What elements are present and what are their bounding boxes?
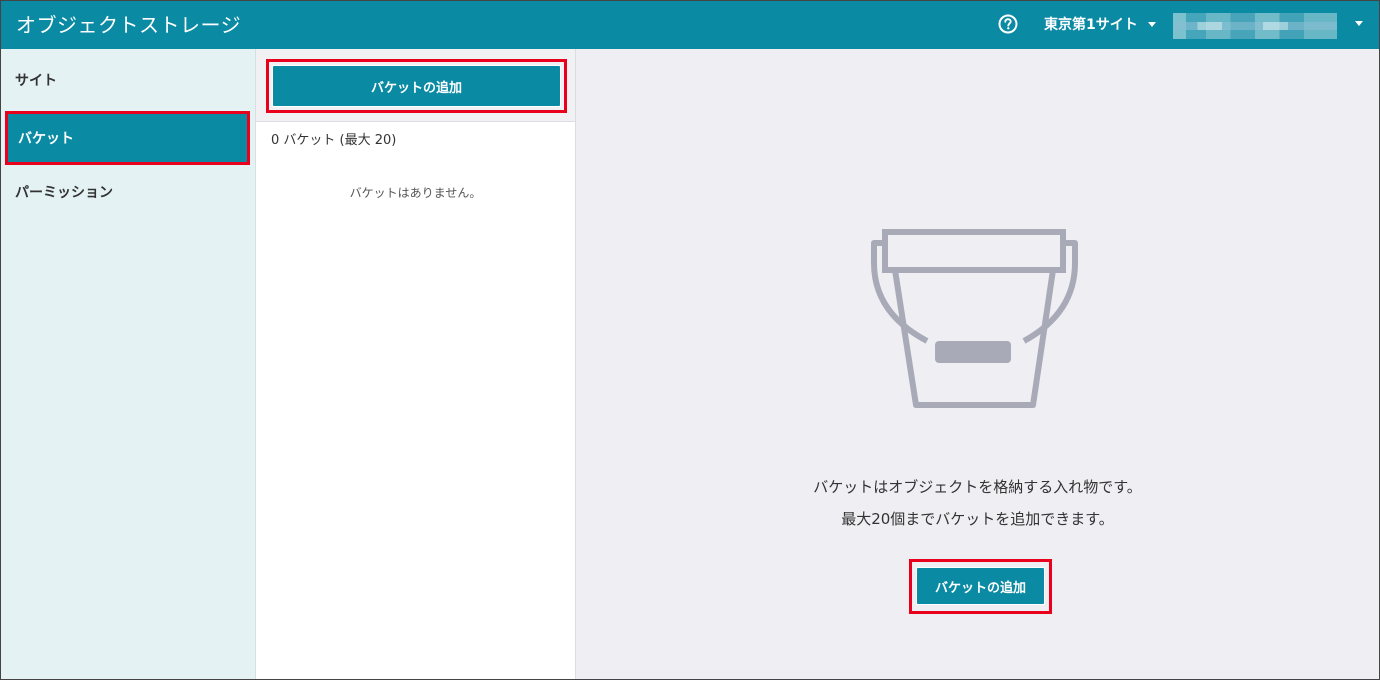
list-toolbar: バケットの追加 xyxy=(256,49,575,122)
top-header: オブジェクトストレージ 東京第1サイト xyxy=(1,1,1379,49)
user-menu[interactable] xyxy=(1173,13,1363,39)
sidebar-item-bucket[interactable]: バケット xyxy=(5,111,250,165)
app-title: オブジェクトストレージ xyxy=(16,13,242,37)
main-panel: バケットはオブジェクトを格納する入れ物です。 最大20個までバケットを追加できま… xyxy=(576,49,1379,679)
empty-state-description-line2: 最大20個までバケットを追加できます。 xyxy=(841,510,1114,528)
bucket-icon xyxy=(869,225,1095,415)
sidebar: サイト バケット パーミッション xyxy=(1,49,256,679)
sidebar-item-label: サイト xyxy=(15,73,57,89)
sidebar-item-site[interactable]: サイト xyxy=(1,55,255,107)
user-name-redacted xyxy=(1173,13,1337,39)
chevron-down-icon xyxy=(1147,21,1156,27)
add-bucket-button-main[interactable]: バケットの追加 xyxy=(916,567,1045,605)
question-circle-icon[interactable] xyxy=(998,14,1018,34)
bucket-count: 0 バケット (最大 20) xyxy=(271,133,397,148)
app-window: オブジェクトストレージ 東京第1サイト サイト バケット パーミッション バケッ… xyxy=(0,0,1380,680)
sidebar-item-permission[interactable]: パーミッション xyxy=(1,167,255,219)
add-bucket-button[interactable]: バケットの追加 xyxy=(272,65,561,107)
bucket-list-panel: バケットの追加 0 バケット (最大 20) バケットはありません。 xyxy=(256,49,576,679)
site-selector-label: 東京第1サイト xyxy=(1044,17,1138,33)
site-selector[interactable]: 東京第1サイト xyxy=(1044,15,1156,35)
highlight-frame: バケットの追加 xyxy=(909,559,1052,614)
empty-list-message: バケットはありません。 xyxy=(349,186,482,200)
sidebar-item-label: パーミッション xyxy=(15,185,113,201)
empty-state-description-line1: バケットはオブジェクトを格納する入れ物です。 xyxy=(813,478,1142,496)
sidebar-item-label: バケット xyxy=(18,131,74,147)
chevron-down-icon xyxy=(1355,21,1363,26)
highlight-frame: バケットの追加 xyxy=(266,59,567,113)
